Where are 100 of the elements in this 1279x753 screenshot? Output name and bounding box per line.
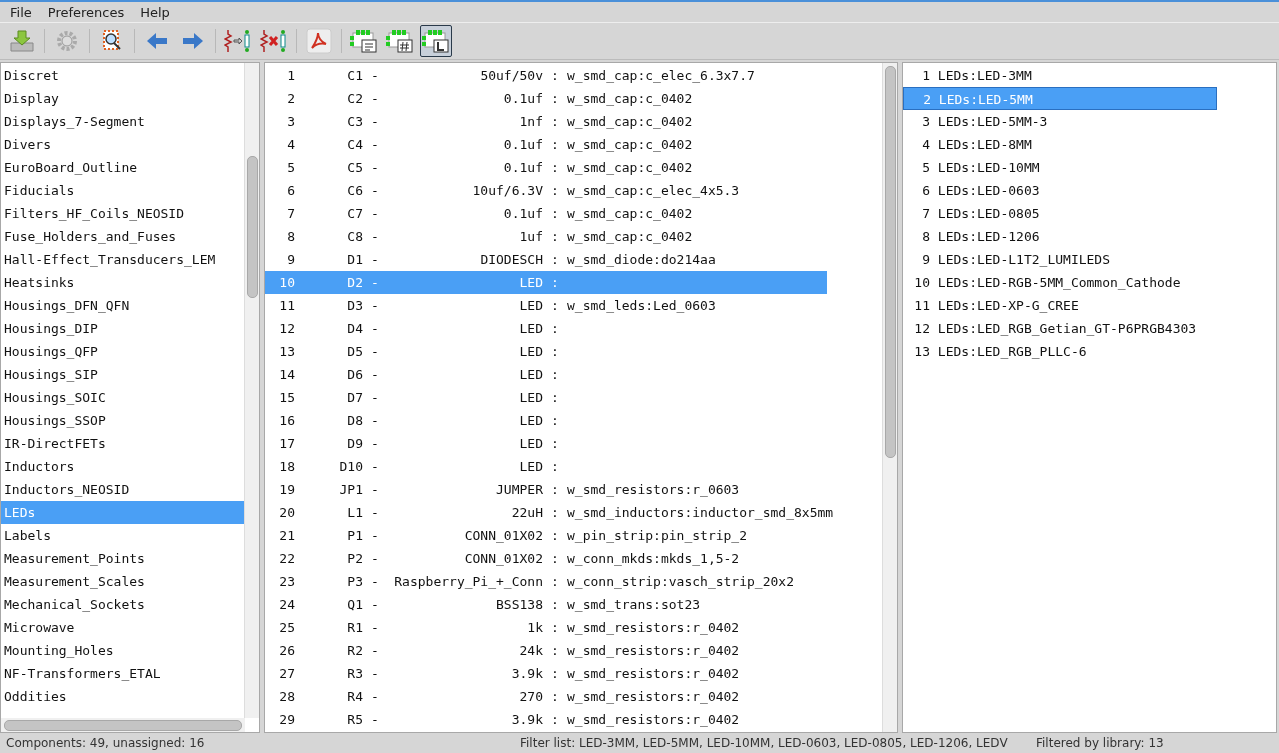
component-row[interactable]: 18 D10 - LED :: [265, 455, 827, 478]
component-row[interactable]: 6 C6 - 10uf/6.3V : w_smd_cap:c_elec_4x5.3: [265, 179, 827, 202]
library-item[interactable]: Housings_SOIC: [1, 386, 244, 409]
row-number: 27: [278, 665, 295, 683]
menu-item[interactable]: Preferences: [39, 4, 133, 20]
library-item[interactable]: Oddities: [1, 685, 244, 708]
component-row[interactable]: 5 C5 - 0.1uf : w_smd_cap:c_0402: [265, 156, 827, 179]
footprint-item[interactable]: 7 LEDs:LED-0805: [903, 202, 1217, 225]
component-row[interactable]: 2 C2 - 0.1uf : w_smd_cap:c_0402: [265, 87, 827, 110]
row-number: 6: [921, 182, 930, 200]
footprint-item[interactable]: 8 LEDs:LED-1206: [903, 225, 1217, 248]
footprint-item[interactable]: 1 LEDs:LED-3MM: [903, 64, 1217, 87]
library-item[interactable]: Mounting_Holes: [1, 639, 244, 662]
footprint-item[interactable]: 4 LEDs:LED-8MM: [903, 133, 1217, 156]
row-number: 9: [286, 251, 295, 269]
footprint-name: w_smd_leds:Led_0603: [567, 297, 716, 315]
component-row[interactable]: 14 D6 - LED :: [265, 363, 827, 386]
component-row[interactable]: 26 R2 - 24k : w_smd_resistors:r_0402: [265, 639, 827, 662]
scrollbar[interactable]: [882, 63, 897, 732]
library-item[interactable]: Displays_7-Segment: [1, 110, 244, 133]
library-item[interactable]: Display: [1, 87, 244, 110]
component-value: CONN_01X02: [463, 550, 543, 568]
scrollbar[interactable]: [244, 63, 259, 718]
footprint-name: w_smd_resistors:r_0402: [567, 665, 740, 683]
library-item[interactable]: Housings_SSOP: [1, 409, 244, 432]
component-row[interactable]: 28 R4 - 270 : w_smd_resistors:r_0402: [265, 685, 827, 708]
component-reference: C3: [346, 113, 363, 131]
library-item[interactable]: Housings_QFP: [1, 340, 244, 363]
colon-separator: :: [551, 596, 559, 614]
library-item[interactable]: Housings_SIP: [1, 363, 244, 386]
component-reference: JP1: [338, 481, 363, 499]
footprint-name: LEDs:LED-XP-G_CREE: [936, 297, 1079, 315]
library-item[interactable]: Inductors_NEOSID: [1, 478, 244, 501]
horizontal-scrollbar[interactable]: [1, 718, 245, 732]
library-item[interactable]: Divers: [1, 133, 244, 156]
footprint-item[interactable]: 12 LEDs:LED_RGB_Getian_GT-P6PRGB4303: [903, 317, 1217, 340]
library-item[interactable]: Housings_DFN_QFN: [1, 294, 244, 317]
component-row[interactable]: 3 C3 - 1nf : w_smd_cap:c_0402: [265, 110, 827, 133]
library-item[interactable]: Mechanical_Sockets: [1, 593, 244, 616]
footprint-name: w_conn_strip:vasch_strip_20x2: [567, 573, 794, 591]
library-item[interactable]: Measurement_Points: [1, 547, 244, 570]
footprint-name: LEDs:LED-1206: [936, 228, 1040, 246]
library-item[interactable]: Measurement_Scales: [1, 570, 244, 593]
component-row[interactable]: 1 C1 - 50uf/50v : w_smd_cap:c_elec_6.3x7.7: [265, 64, 827, 87]
colon-separator: :: [551, 504, 559, 522]
dash-separator: -: [371, 136, 379, 154]
component-row[interactable]: 19 JP1 - JUMPER : w_smd_resistors:r_0603: [265, 478, 827, 501]
component-row[interactable]: 24 Q1 - BSS138 : w_smd_trans:sot23: [265, 593, 827, 616]
component-row[interactable]: 4 C4 - 0.1uf : w_smd_cap:c_0402: [265, 133, 827, 156]
component-row[interactable]: 9 D1 - DIODESCH : w_smd_diode:do214aa: [265, 248, 827, 271]
chip-text-icon: [350, 28, 378, 54]
menu-item[interactable]: File: [2, 4, 40, 20]
row-number: 6: [286, 182, 295, 200]
footprint-name: LEDs:LED-0603: [936, 182, 1040, 200]
library-item[interactable]: Housings_DIP: [1, 317, 244, 340]
component-row[interactable]: 21 P1 - CONN_01X02 : w_pin_strip:pin_strip_2: [265, 524, 827, 547]
settings-icon: [55, 29, 79, 53]
footprint-item[interactable]: 3 LEDs:LED-5MM-3: [903, 110, 1217, 133]
footprint-name: w_conn_mkds:mkds_1,5-2: [567, 550, 740, 568]
row-number: 5: [921, 159, 930, 177]
component-row[interactable]: 15 D7 - LED :: [265, 386, 827, 409]
toolbar-button[interactable]: [420, 25, 452, 57]
footprint-item[interactable]: 9 LEDs:LED-L1T2_LUMILEDS: [903, 248, 1217, 271]
component-row[interactable]: 13 D5 - LED :: [265, 340, 827, 363]
library-item[interactable]: NF-Transformers_ETAL: [1, 662, 244, 685]
component-row[interactable]: 11 D3 - LED : w_smd_leds:Led_0603: [265, 294, 827, 317]
component-row[interactable]: 23 P3 - Raspberry_Pi_+_Conn : w_conn_strip:vasch_strip_20x2: [265, 570, 827, 593]
footprint-item[interactable]: 10 LEDs:LED-RGB-5MM_Common_Cathode: [903, 271, 1217, 294]
component-row[interactable]: 22 P2 - CONN_01X02 : w_conn_mkds:mkds_1,5-2: [265, 547, 827, 570]
library-item[interactable]: Filters_HF_Coils_NEOSID: [1, 202, 244, 225]
component-row[interactable]: 17 D9 - LED :: [265, 432, 827, 455]
row-number: 5: [286, 159, 295, 177]
footprint-name: w_smd_diode:do214aa: [567, 251, 716, 269]
component-row[interactable]: 8 C8 - 1uf : w_smd_cap:c_0402: [265, 225, 827, 248]
component-value: 1uf: [518, 228, 543, 246]
component-row[interactable]: 7 C7 - 0.1uf : w_smd_cap:c_0402: [265, 202, 827, 225]
footprint-item[interactable]: 11 LEDs:LED-XP-G_CREE: [903, 294, 1217, 317]
library-item[interactable]: Fiducials: [1, 179, 244, 202]
menu-item[interactable]: Help: [132, 4, 178, 20]
footprint-item[interactable]: 13 LEDs:LED_RGB_PLLC-6: [903, 340, 1217, 363]
dash-separator: -: [371, 182, 379, 200]
component-reference: C1: [346, 67, 363, 85]
footprint-item[interactable]: 5 LEDs:LED-10MM: [903, 156, 1217, 179]
component-row[interactable]: 27 R3 - 3.9k : w_smd_resistors:r_0402: [265, 662, 827, 685]
footprint-item[interactable]: 6 LEDs:LED-0603: [903, 179, 1217, 202]
component-row[interactable]: 29 R5 - 3.9k : w_smd_resistors:r_0402: [265, 708, 827, 731]
library-item[interactable]: Heatsinks: [1, 271, 244, 294]
library-item[interactable]: Discret: [1, 64, 244, 87]
component-row[interactable]: 25 R1 - 1k : w_smd_resistors:r_0402: [265, 616, 827, 639]
library-item[interactable]: Microwave: [1, 616, 244, 639]
library-item[interactable]: Labels: [1, 524, 244, 547]
library-item[interactable]: Hall-Effect_Transducers_LEM: [1, 248, 244, 271]
library-item[interactable]: EuroBoard_Outline: [1, 156, 244, 179]
library-item[interactable]: Fuse_Holders_and_Fuses: [1, 225, 244, 248]
component-row[interactable]: 12 D4 - LED :: [265, 317, 827, 340]
row-number: 20: [278, 504, 295, 522]
library-item[interactable]: Inductors: [1, 455, 244, 478]
library-item[interactable]: IR-DirectFETs: [1, 432, 244, 455]
component-row[interactable]: 16 D8 - LED :: [265, 409, 827, 432]
component-reference: D3: [346, 297, 363, 315]
